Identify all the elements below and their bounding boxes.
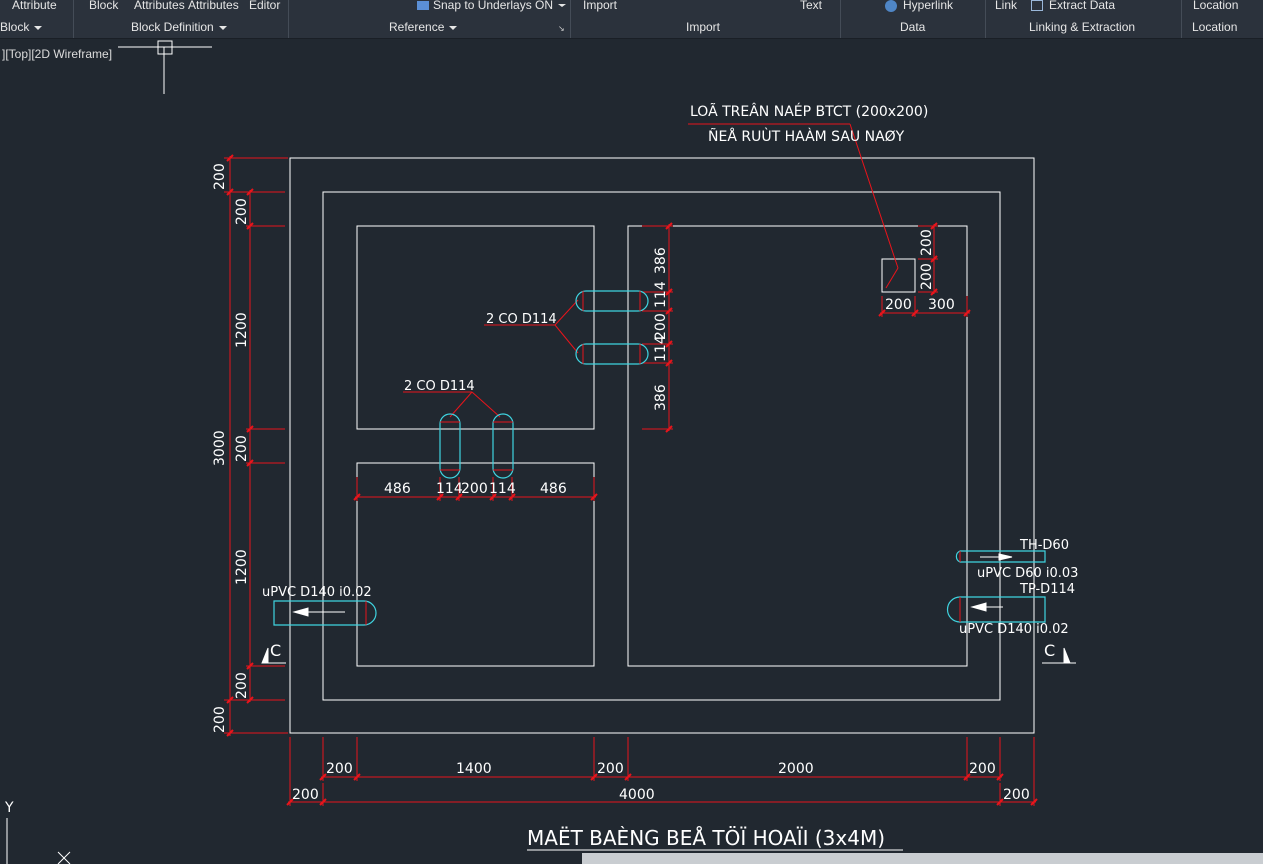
extract-label: Extract bbox=[1049, 0, 1087, 12]
chamber-top-left bbox=[356, 225, 595, 430]
status-scrollbar[interactable] bbox=[582, 853, 1263, 864]
panel-location: Location bbox=[1192, 20, 1238, 34]
chevron-down-icon bbox=[218, 25, 227, 30]
dim-text: 200 bbox=[919, 263, 935, 290]
dim-text: 200 bbox=[234, 672, 250, 699]
dim-text: 300 bbox=[928, 297, 955, 313]
dim-text: 200 bbox=[234, 198, 250, 225]
dim-text: 200 bbox=[1003, 787, 1030, 803]
dim-text: 200 bbox=[597, 761, 624, 777]
ribbon-divider bbox=[840, 0, 841, 38]
extract-data-button[interactable]: Extract Data bbox=[1031, 0, 1115, 12]
snap-label: Snap to Underlays ON bbox=[433, 0, 554, 12]
dim-text: 114 bbox=[489, 481, 516, 497]
location-button[interactable]: Location bbox=[1193, 0, 1238, 12]
dim-text: 200 bbox=[885, 297, 912, 313]
opening-note-line1: LOÃ TREÂN NAÉP BTCT (200x200) bbox=[690, 102, 928, 120]
ucs-icon bbox=[6, 818, 71, 864]
th-label: TH-D60 bbox=[1019, 538, 1069, 553]
dim-text: 2000 bbox=[778, 761, 814, 777]
dim-text: 4000 bbox=[619, 787, 655, 803]
panel-reference[interactable]: Reference bbox=[389, 20, 458, 34]
dim-text: 1200 bbox=[234, 312, 250, 348]
chevron-down-icon bbox=[449, 25, 458, 30]
pipes-bottom-label: 2 CO D114 bbox=[404, 379, 475, 394]
ribbon: Attribute Block Attributes Attributes Ed… bbox=[0, 0, 1263, 39]
hyperlink-label: Hyperlink bbox=[903, 0, 954, 12]
pipe-right-lower bbox=[575, 343, 649, 365]
text-button[interactable]: Text bbox=[800, 0, 822, 12]
panel-block-definition[interactable]: Block Definition bbox=[131, 20, 227, 34]
tp-label: TP-D114 bbox=[1019, 582, 1075, 597]
dim-text: 1200 bbox=[234, 549, 250, 585]
dim-text: 114 bbox=[436, 481, 463, 497]
panel-block-definition-label: Block Definition bbox=[131, 20, 214, 34]
dim-text: 200 bbox=[212, 706, 228, 733]
inlet-pipe bbox=[273, 600, 377, 626]
dim-text: 3000 bbox=[212, 430, 228, 466]
section-left-label: C bbox=[270, 641, 281, 660]
pipes-right-label: 2 CO D114 bbox=[486, 312, 557, 327]
flow-arrows bbox=[292, 553, 1013, 617]
section-right-label: C bbox=[1044, 641, 1055, 660]
dim-text: 200 bbox=[292, 787, 319, 803]
dim-text: 200 bbox=[969, 761, 996, 777]
ribbon-divider bbox=[288, 0, 289, 38]
link-button[interactable]: Link bbox=[995, 0, 1017, 12]
ribbon-divider bbox=[1181, 0, 1182, 38]
dialog-launcher-icon[interactable]: ↘ bbox=[558, 24, 565, 33]
dimension-lines bbox=[224, 123, 1036, 851]
outlet-d140 bbox=[946, 596, 1046, 623]
panel-linking-extraction: Linking & Extraction bbox=[1029, 20, 1136, 34]
drawing-canvas[interactable]: LOÃ TREÂN NAÉP BTCT (200x200) ÑEÅ RUÙT H… bbox=[0, 38, 1263, 864]
dim-text: 200 bbox=[212, 163, 228, 190]
snap-icon bbox=[417, 1, 429, 11]
snap-underlays-dropdown[interactable]: Snap to Underlays ON bbox=[417, 0, 567, 12]
panel-block-label: Block bbox=[0, 20, 30, 34]
block-button[interactable]: Block bbox=[89, 0, 118, 12]
table-icon bbox=[1031, 0, 1043, 12]
pipe-right-upper bbox=[575, 290, 649, 312]
panel-data: Data bbox=[900, 20, 926, 34]
dim-text: 386 bbox=[653, 247, 669, 274]
dimension-ticks bbox=[226, 154, 1038, 806]
ribbon-divider bbox=[570, 0, 571, 38]
ribbon-divider bbox=[73, 0, 74, 38]
dim-text: 486 bbox=[540, 481, 567, 497]
chevron-down-icon bbox=[558, 4, 567, 8]
dim-text: 386 bbox=[653, 384, 669, 411]
outlet-d60-label: uPVC D60 i0.03 bbox=[977, 566, 1078, 581]
attributes-button[interactable]: Attributes bbox=[134, 0, 185, 12]
data-label: Data bbox=[1089, 0, 1116, 12]
drawing-title: MAËT BAÈNG BEÅ TÖÏ HOAÏI (3x4M) bbox=[527, 826, 885, 850]
import-button[interactable]: Import bbox=[583, 0, 617, 12]
globe-icon bbox=[885, 0, 897, 12]
pipe-bottom-left bbox=[439, 413, 461, 479]
panel-import: Import bbox=[686, 20, 721, 34]
dim-text: 486 bbox=[384, 481, 411, 497]
dim-text: 200 bbox=[234, 435, 250, 462]
dim-text: 200 bbox=[326, 761, 353, 777]
attributes-manage-button[interactable]: Attributes bbox=[188, 0, 239, 12]
chamber-right bbox=[627, 225, 968, 667]
crosshair-cursor bbox=[118, 40, 212, 94]
dim-text: 114 bbox=[653, 335, 669, 362]
outlet-d140-label: uPVC D140 i0.02 bbox=[959, 622, 1069, 637]
panel-block[interactable]: Block bbox=[0, 20, 43, 34]
dim-text: 200 bbox=[461, 481, 488, 497]
dim-text: 114 bbox=[653, 281, 669, 308]
editor-button[interactable]: Editor bbox=[249, 0, 280, 12]
pipe-bottom-right bbox=[492, 413, 514, 479]
inlet-pipe-label: uPVC D140 i0.02 bbox=[262, 585, 372, 600]
dim-text: 200 bbox=[919, 229, 935, 256]
attribute-button[interactable]: Attribute bbox=[12, 0, 57, 12]
hyperlink-button[interactable]: Hyperlink bbox=[885, 0, 953, 12]
panel-reference-label: Reference bbox=[389, 20, 445, 34]
opening-note-line2: ÑEÅ RUÙT HAÀM SAU NAØY bbox=[708, 127, 905, 145]
ucs-y-label: Y bbox=[4, 800, 14, 816]
chevron-down-icon bbox=[34, 25, 43, 30]
dim-text: 1400 bbox=[456, 761, 492, 777]
ribbon-divider bbox=[985, 0, 986, 38]
